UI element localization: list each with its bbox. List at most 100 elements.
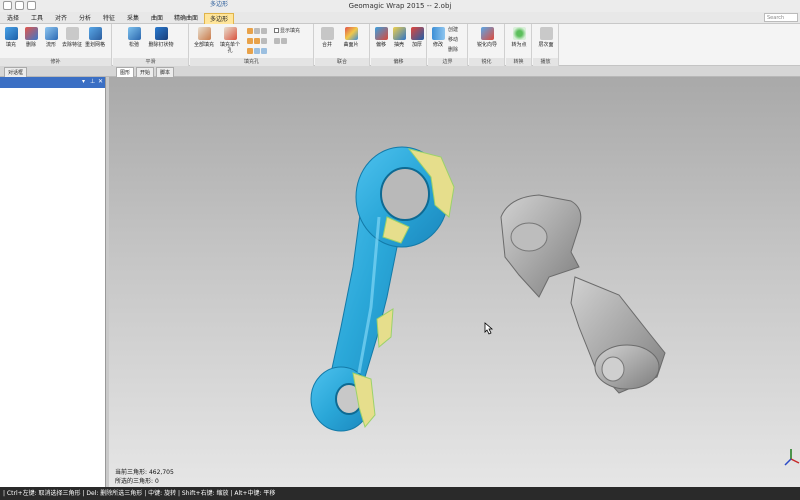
ribbon-tab-bar: 选择 工具 对齐 分析 特征 采集 曲面 精确曲面 多边形 Search [0,12,800,24]
points-icon [512,27,526,40]
modify-boundary-button-label: 修改 [432,42,443,48]
remove-features-button[interactable]: 去除特征 [62,27,82,48]
delete-button-label: 删除 [25,42,36,48]
fill-option-row-2[interactable] [247,38,268,45]
sharpen-wizard-button-label: 锐化向导 [476,42,497,48]
status-bar: | Ctrl+左键: 取消选择三角形 | Del: 删除所选三角形 | 中键: … [0,487,800,500]
selected-triangles-value: 0 [154,478,159,485]
gray-mesh-lower-bore [601,356,625,382]
tab-analysis[interactable]: 分析 [74,13,96,24]
tab-exact-surfaces[interactable]: 精确曲面 [170,13,202,24]
doc-tab-start[interactable]: 开始 [136,67,155,77]
shell-button-label: 抽壳 [393,42,404,48]
ribbon-group-offset: 偏移 抽壳 加厚 偏移 [371,24,427,66]
shell-icon [392,27,406,40]
tab-features[interactable]: 特征 [98,13,120,24]
doc-tab-script[interactable]: 脚本 [156,67,175,77]
fill-option-row-1[interactable] [247,28,268,35]
title-bar: 多边形 Geomagic Wrap 2015 -- 2.obj [0,0,800,12]
manifold-button-label: 流形 [45,42,56,48]
current-triangles-value: 462,705 [148,469,174,476]
fill-option-icon [261,28,267,34]
fill-option-icon [254,38,260,44]
offset-button[interactable]: 偏移 [372,27,390,48]
close-icon[interactable]: ✕ [98,78,103,85]
create-boundary-button[interactable]: 创建 [448,27,458,34]
remove-spikes-icon [154,27,168,40]
fill-option-row-3[interactable] [247,48,268,55]
fill-nav-row[interactable] [274,38,288,45]
delete-boundary-label: 删除 [448,47,459,53]
current-triangles-label: 当前三角形: [115,469,148,476]
relax-button[interactable]: 松弛 [125,27,143,48]
delete-button[interactable]: 删除 [22,27,40,48]
delete-icon [24,27,38,40]
sharpen-wizard-icon [480,27,494,40]
surface-patch-button-label: 曲面片 [343,42,359,48]
fill-all-icon [197,27,211,40]
mouse-cursor [484,322,494,335]
show-fill-checkbox[interactable]: 显示填充 [274,28,300,35]
show-fill-checkbox-label: 显示填充 [280,28,301,34]
sharpen-wizard-button[interactable]: 锐化向导 [473,27,501,48]
previous-icon [274,38,280,44]
boundary-wave-icon [431,27,445,40]
to-points-button[interactable]: 转为点 [510,27,528,48]
layers-icon [539,27,553,40]
manifold-button[interactable]: 流形 [42,27,60,48]
ribbon-group-label: 联合 [315,58,369,66]
fill-single-button-label: 填充单个孔 [219,42,240,54]
surface-patch-icon [344,27,358,40]
shell-button[interactable]: 抽壳 [390,27,408,48]
merge-button[interactable]: 合并 [318,27,336,48]
manifold-icon [44,27,58,40]
fill-all-button[interactable]: 全部填充 [192,27,216,48]
tab-capture[interactable]: 采集 [122,13,144,24]
3d-viewport[interactable]: 当前三角形: 462,705 所选的三角形: 0 [109,77,800,487]
modify-boundary-button[interactable]: 修改 [429,27,447,48]
tab-surfaces[interactable]: 曲面 [146,13,168,24]
search-input[interactable]: Search [764,13,798,22]
layers-button[interactable]: 层次面 [537,27,555,48]
ribbon-group-repair: 填充 删除 流形 去除特征 重划网格 修补 [0,24,112,66]
tab-align[interactable]: 对齐 [50,13,72,24]
remove-spikes-button[interactable]: 删除钉状物 [147,27,175,48]
gray-mesh-upper-bore [510,222,548,252]
connecting-rod-mesh-colored[interactable] [310,146,455,432]
left-panel-tab-dialog[interactable]: 对话框 [4,67,28,77]
scanned-mesh-gray[interactable] [500,194,666,394]
left-panel-header: ▾ ⊥ ✕ [0,77,105,88]
relax-button-label: 松弛 [128,42,139,48]
ribbon-group-label: 修补 [0,58,111,66]
pin-icon[interactable]: ⊥ [90,78,95,85]
thicken-button[interactable]: 加厚 [408,27,426,48]
tab-polygons[interactable]: 多边形 [204,13,234,24]
remove-spikes-button-label: 删除钉状物 [148,42,174,48]
remesh-button-label: 重划网格 [84,42,105,48]
fill-icon [4,27,18,40]
create-boundary-label: 创建 [448,27,459,33]
fill-button-label: 填充 [5,42,16,48]
remesh-button[interactable]: 重划网格 [84,27,106,48]
doc-tab-graphics[interactable]: 图形 [116,67,135,77]
ribbon-group-play: 层次面 播放 [533,24,559,66]
delete-boundary-button[interactable]: 删除 [448,47,458,54]
ribbon: 填充 删除 流形 去除特征 重划网格 修补 松弛 删除钉状物 平滑 全部填充 填… [0,24,800,66]
move-boundary-button[interactable]: 移动 [448,37,458,44]
ribbon-group-fill-holes: 全部填充 填充单个孔 显示填充 填充孔 [190,24,314,66]
panel-menu-icon[interactable]: ▾ [82,78,85,85]
merge-button-label: 合并 [321,42,332,48]
ribbon-group-smooth: 松弛 删除钉状物 平滑 [113,24,189,66]
offset-icon [374,27,388,40]
ribbon-group-label: 播放 [533,58,558,66]
fill-single-button[interactable]: 填充单个孔 [218,27,242,54]
fill-button[interactable]: 填充 [2,27,20,48]
fill-single-icon [223,27,237,40]
fill-option-icon [247,38,253,44]
ribbon-group-label: 平滑 [113,58,188,66]
surface-patch-button[interactable]: 曲面片 [340,27,362,48]
scene-canvas [310,146,800,466]
checkbox-icon [274,28,279,33]
tab-tools[interactable]: 工具 [26,13,48,24]
tab-select[interactable]: 选择 [2,13,24,24]
